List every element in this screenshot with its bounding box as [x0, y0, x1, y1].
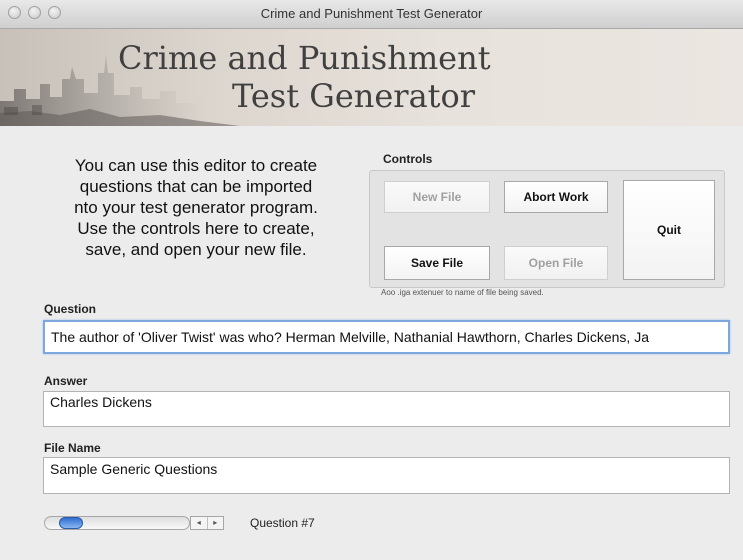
quit-button[interactable]: Quit: [623, 180, 715, 280]
intro-line: Use the controls here to create,: [77, 219, 315, 238]
next-arrow-icon[interactable]: ▸: [206, 517, 224, 529]
question-label: Question: [44, 302, 97, 316]
open-file-button[interactable]: Open File: [504, 246, 608, 280]
controls-label: Controls: [383, 152, 433, 166]
intro-line: save, and open your new file.: [85, 240, 307, 259]
abort-work-button[interactable]: Abort Work: [504, 181, 608, 213]
window-title: Crime and Punishment Test Generator: [260, 6, 483, 21]
slider-thumb[interactable]: [59, 517, 83, 529]
question-number: Question #7: [250, 516, 315, 530]
question-field[interactable]: [43, 320, 730, 354]
intro-line: nto your test generator program.: [74, 198, 318, 217]
app-window: Crime and Punishment Test Generator Crim…: [0, 0, 743, 560]
file-name-field[interactable]: [43, 457, 730, 494]
save-file-button[interactable]: Save File: [384, 246, 490, 280]
intro-line: questions that can be imported: [79, 177, 313, 196]
answer-label: Answer: [44, 374, 88, 388]
file-name-label: File Name: [44, 441, 101, 455]
question-stepper[interactable]: ◂ ▸: [190, 516, 224, 530]
intro-text: You can use this editor to create questi…: [36, 155, 356, 260]
new-file-button[interactable]: New File: [384, 181, 490, 213]
question-slider[interactable]: [44, 516, 190, 530]
banner: Crime and Punishment Test Generator: [0, 29, 743, 126]
banner-title-line2: Test Generator: [232, 77, 476, 115]
save-hint-text: Aoo .iga extenuer to name of file being …: [381, 288, 544, 297]
previous-arrow-icon[interactable]: ◂: [191, 517, 207, 529]
intro-line: You can use this editor to create: [74, 156, 318, 175]
answer-field[interactable]: [43, 391, 730, 427]
title-bar: Crime and Punishment Test Generator: [0, 0, 743, 29]
banner-title-line1: Crime and Punishment: [118, 39, 491, 77]
